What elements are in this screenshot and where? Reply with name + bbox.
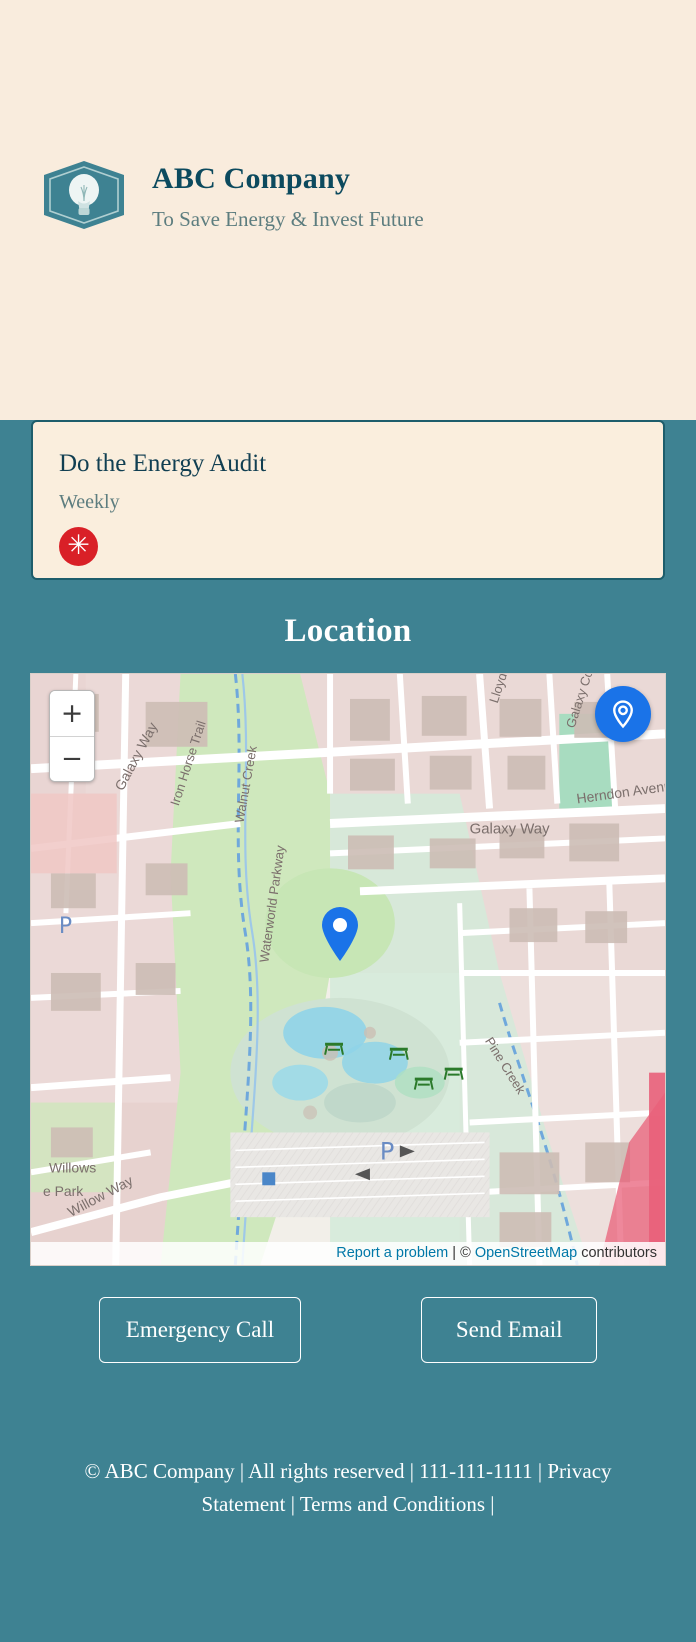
map-container[interactable]: Galaxy Way Iron Horse Trail Walnut Creek… xyxy=(30,673,666,1266)
task-frequency: Weekly xyxy=(59,490,120,513)
asterisk-icon[interactable]: ✳ xyxy=(59,526,98,566)
svg-text:Galaxy Way: Galaxy Way xyxy=(470,820,551,837)
task-card[interactable]: Do the Energy Audit Weekly ✳ xyxy=(31,420,665,580)
map-zoom-controls[interactable]: + − xyxy=(49,690,95,782)
map-marker-icon[interactable] xyxy=(319,906,361,967)
brand-tagline: To Save Energy & Invest Future xyxy=(152,207,424,232)
footer-text: © ABC Company | All rights reserved | 11… xyxy=(84,1459,612,1516)
attribution-separator: | xyxy=(452,1245,457,1261)
map-canvas[interactable]: Galaxy Way Iron Horse Trail Walnut Creek… xyxy=(31,674,665,1265)
page-title: ABC Company xyxy=(152,161,351,195)
svg-text:e Park: e Park xyxy=(43,1183,83,1199)
copyright-symbol: © xyxy=(460,1245,471,1261)
zoom-out-button[interactable]: − xyxy=(50,736,94,781)
locate-me-button[interactable] xyxy=(595,686,651,742)
site-header: ABC Company To Save Energy & Invest Futu… xyxy=(0,0,696,390)
contributors-label: contributors xyxy=(581,1245,657,1261)
task-title: Do the Energy Audit xyxy=(59,450,267,477)
site-footer[interactable]: © ABC Company | All rights reserved | 11… xyxy=(0,1455,696,1521)
map-attribution[interactable]: Report a problem | © OpenStreetMap contr… xyxy=(31,1242,665,1265)
zoom-in-button[interactable]: + xyxy=(50,691,94,736)
brand-text: ABC Company To Save Energy & Invest Futu… xyxy=(152,158,424,233)
emergency-call-button[interactable]: Emergency Call xyxy=(98,1297,302,1363)
location-heading: Location xyxy=(284,613,412,649)
svg-text:Willows: Willows xyxy=(49,1159,96,1175)
brand[interactable]: ABC Company To Save Energy & Invest Futu… xyxy=(42,158,424,233)
action-buttons: Emergency Call Send Email xyxy=(0,1297,696,1363)
svg-text:P: P xyxy=(59,914,72,939)
openstreetmap-link[interactable]: OpenStreetMap xyxy=(475,1245,577,1261)
svg-text:P: P xyxy=(380,1137,394,1165)
send-email-button[interactable]: Send Email xyxy=(421,1297,598,1363)
app-page: ABC Company To Save Energy & Invest Futu… xyxy=(0,0,696,1642)
report-problem-link[interactable]: Report a problem xyxy=(336,1245,448,1261)
asterisk-glyph: ✳ xyxy=(67,529,90,561)
lightbulb-badge-icon xyxy=(42,159,126,231)
location-pin-icon xyxy=(613,700,633,729)
